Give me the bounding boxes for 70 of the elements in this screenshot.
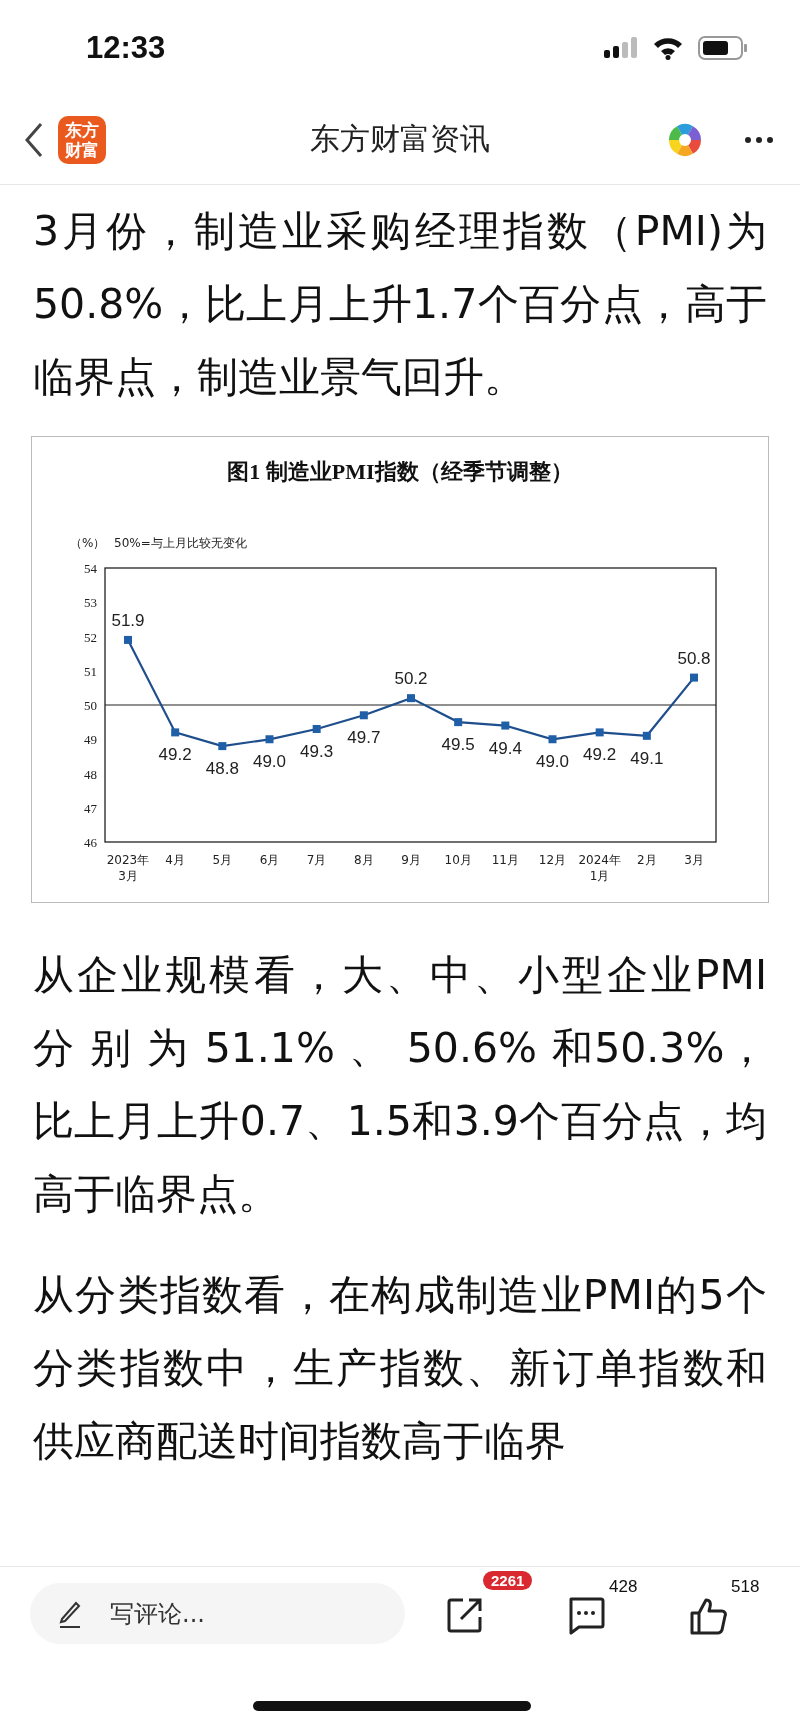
data-point — [595, 728, 604, 737]
data-point — [690, 673, 698, 682]
data-point — [454, 718, 463, 727]
y-tick-label: 47 — [84, 800, 97, 816]
value-label: 48.8 — [205, 759, 239, 779]
y-tick-label: 46 — [84, 835, 97, 850]
data-point — [548, 735, 557, 744]
x-tick-label: 7月 — [306, 853, 327, 867]
wifi-icon — [652, 35, 684, 60]
aperture-icon[interactable] — [668, 122, 702, 157]
y-tick-label: 52 — [84, 629, 97, 645]
value-label: 49.7 — [347, 728, 381, 748]
page-title: 东方财富资讯 — [310, 120, 490, 158]
comment-field[interactable]: 写评论... — [30, 1583, 405, 1644]
more-icon[interactable] — [744, 135, 774, 144]
x-tick-label: 8月 — [354, 853, 374, 867]
x-tick-label: 4月 — [165, 853, 185, 867]
x-tick-label: 2月 — [637, 853, 657, 867]
back-icon[interactable] — [24, 121, 44, 158]
y-axis-label: （%） — [70, 536, 106, 550]
x-tick-label: 10月 — [444, 853, 472, 867]
x-tick-label: 6月 — [259, 853, 280, 867]
y-tick-label: 49 — [84, 732, 97, 748]
value-label: 49.0 — [535, 752, 570, 772]
battery-icon — [698, 35, 748, 60]
data-point — [312, 725, 321, 733]
app-logo: 东方 财富 — [58, 115, 106, 164]
x-tick-label: 9月 — [401, 853, 421, 867]
y-tick-label: 54 — [84, 561, 97, 576]
value-label: 50.2 — [394, 669, 428, 689]
chart-title: 图1 制造业PMI指数（经季节调整） — [227, 459, 573, 484]
data-point — [359, 711, 368, 720]
signal-icon — [604, 36, 638, 59]
value-label: 49.3 — [300, 741, 334, 761]
data-point — [265, 735, 274, 744]
article-paragraph: 3月份，制造业采购经理指数（PMI)为50.8%，比上月上升1.7个百分点，高于临界点，制造业景气回升。 — [33, 206, 767, 403]
data-point — [407, 694, 415, 703]
y-tick-label: 48 — [84, 766, 97, 782]
status-time: 12:33 — [86, 29, 166, 66]
share-icon[interactable] — [447, 1597, 483, 1633]
value-label: 49.4 — [488, 738, 522, 758]
data-point — [501, 721, 510, 730]
x-tick-label: 5月 — [212, 853, 233, 867]
x-tick-label: 2024年 1月 — [578, 853, 621, 883]
value-label: 49.2 — [158, 745, 192, 765]
value-label: 50.8 — [677, 648, 711, 668]
data-point — [642, 731, 651, 740]
data-point — [124, 635, 132, 644]
article-paragraph: 从企业规模看，大、中、小型企业PMI 分 别 为 51.1% 、 50.6% 和50.3%，比上月上升0.7、1.5和3.9个百分点，均高于临界点。 — [33, 950, 767, 1220]
data-point — [218, 742, 227, 751]
x-tick-label: 12月 — [538, 853, 567, 867]
like-count: 518 — [731, 1577, 760, 1597]
value-label: 51.9 — [111, 610, 145, 630]
comment-count: 428 — [609, 1577, 638, 1597]
thumbs-up-icon[interactable] — [689, 1597, 727, 1635]
x-tick-label: 11月 — [491, 853, 519, 867]
x-tick-label: 2023年 3月 — [106, 853, 150, 883]
value-label: 49.2 — [583, 745, 617, 765]
x-tick-label: 3月 — [684, 853, 704, 867]
comment-icon[interactable] — [567, 1597, 605, 1635]
y-tick-label: 53 — [84, 595, 97, 611]
y-tick-label: 50 — [84, 698, 97, 713]
chart-note: 50%=与上月比较无变化 — [114, 536, 247, 550]
share-count-badge: 2261 — [483, 1571, 533, 1590]
data-point — [171, 728, 180, 737]
article-paragraph: 从分类指数看，在构成制造业PMI的5个分类指数中，生产指数、新订单指数和供应商配送时间指数高于临界 — [33, 1270, 767, 1467]
value-label: 49.5 — [441, 735, 475, 755]
y-tick-label: 51 — [84, 663, 97, 679]
value-label: 49.0 — [252, 752, 287, 772]
value-label: 49.1 — [630, 748, 664, 768]
